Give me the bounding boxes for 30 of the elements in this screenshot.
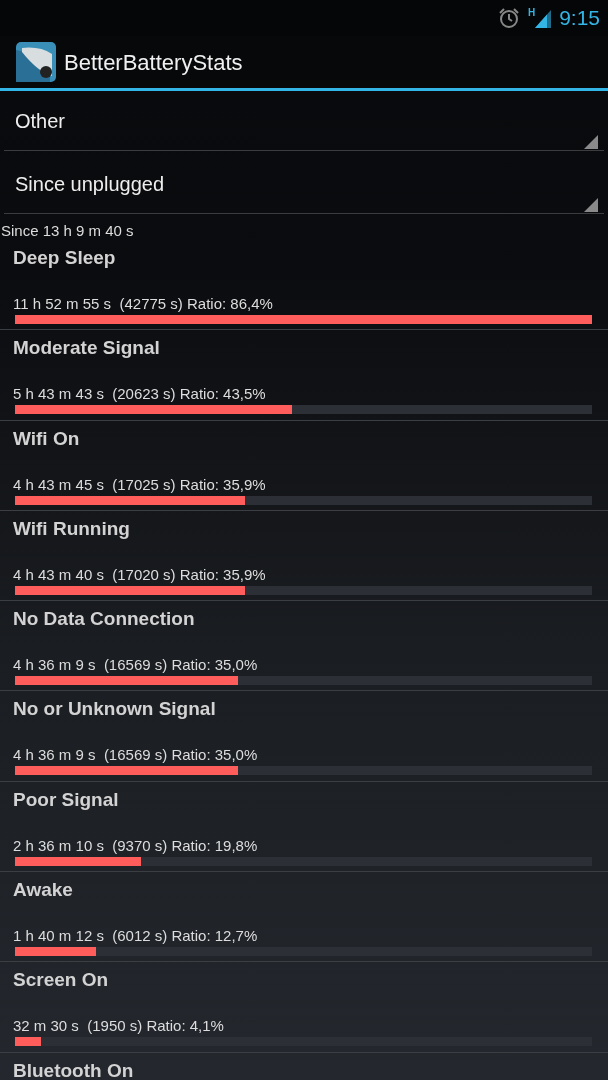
since-label: Since 13 h 9 m 40 s	[0, 221, 135, 240]
stat-detail: 32 m 30 s (1950 s) Ratio: 4,1%	[13, 1017, 225, 1036]
stat-detail: 4 h 43 m 40 s (17020 s) Ratio: 35,9%	[13, 565, 267, 584]
stat-detail: 4 h 43 m 45 s (17025 s) Ratio: 35,9%	[13, 475, 267, 494]
dropdown-corner-icon	[584, 198, 598, 212]
stat-name: No or Unknown Signal	[13, 697, 217, 722]
dropdown-corner-icon	[584, 135, 598, 149]
stat-detail: 4 h 36 m 9 s (16569 s) Ratio: 35,0%	[13, 656, 259, 675]
dropdown[interactable]: Other	[4, 91, 604, 151]
app-icon	[16, 42, 56, 82]
alarm-clock-icon	[497, 7, 520, 29]
stat-detail: 4 h 36 m 9 s (16569 s) Ratio: 35,0%	[13, 746, 259, 765]
stat-detail: 1 h 40 m 12 s (6012 s) Ratio: 12,7%	[13, 927, 259, 946]
stat-name: Poor Signal	[13, 787, 120, 812]
stat-detail: 5 h 43 m 43 s (20623 s) Ratio: 43,5%	[13, 385, 267, 404]
app-title: BetterBatteryStats	[64, 48, 243, 77]
dropdown[interactable]: Since unplugged	[4, 154, 604, 214]
stat-name: Screen On	[13, 968, 110, 993]
stat-name: Bluetooth On	[13, 1058, 135, 1080]
stat-name: Deep Sleep	[13, 246, 117, 270]
stat-name: No Data Connection	[13, 607, 196, 632]
stat-detail: 2 h 36 m 10 s (9370 s) Ratio: 19,8%	[13, 836, 259, 855]
stat-name: Moderate Signal	[13, 336, 161, 361]
stat-name: Wifi Running	[13, 516, 131, 541]
signal-icon	[535, 8, 552, 28]
clock-time: 9:15	[559, 5, 600, 32]
stat-name: Wifi On	[13, 426, 81, 451]
stat-detail: 11 h 52 m 55 s (42775 s) Ratio: 86,4%	[13, 295, 274, 313]
stat-name: Awake	[13, 878, 74, 903]
network-type-label: H	[527, 8, 536, 18]
